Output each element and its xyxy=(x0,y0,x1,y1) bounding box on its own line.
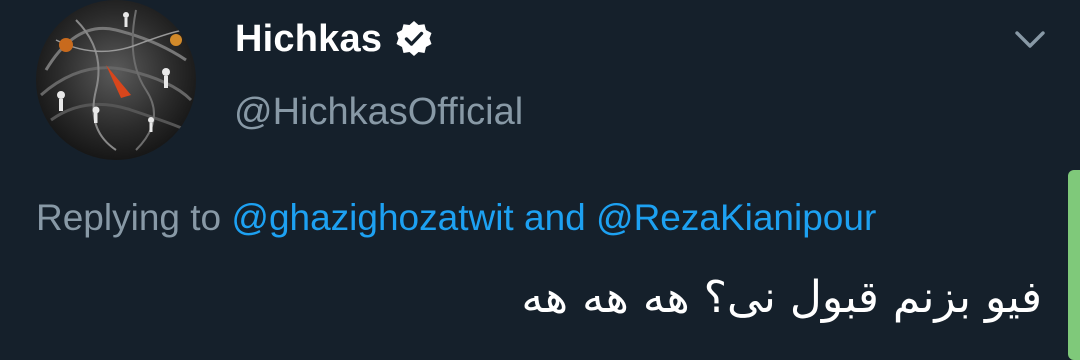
author-name-row: Hichkas xyxy=(235,12,434,66)
tweet: Hichkas @HichkasOfficial Replying to @gh… xyxy=(0,0,1080,360)
chevron-down-icon[interactable] xyxy=(1010,20,1050,60)
mention-link-2[interactable]: @RezaKianipour xyxy=(596,197,876,238)
author-handle[interactable]: @HichkasOfficial xyxy=(234,88,523,136)
verified-check-icon xyxy=(394,19,434,59)
mention-link-1[interactable]: @ghazighozatwit xyxy=(231,197,513,238)
author-display-name[interactable]: Hichkas xyxy=(235,12,382,66)
tweet-text: فیو بزنم قبول نی؟ هه هه هه xyxy=(521,272,1042,323)
reply-context: Replying to @ghazighozatwit and @RezaKia… xyxy=(36,194,876,242)
reply-prefix: Replying to xyxy=(36,197,222,238)
side-accent-bar xyxy=(1068,170,1080,360)
avatar-artwork xyxy=(36,0,196,160)
reply-conjunction: and xyxy=(524,197,586,238)
author-avatar[interactable] xyxy=(36,0,196,160)
